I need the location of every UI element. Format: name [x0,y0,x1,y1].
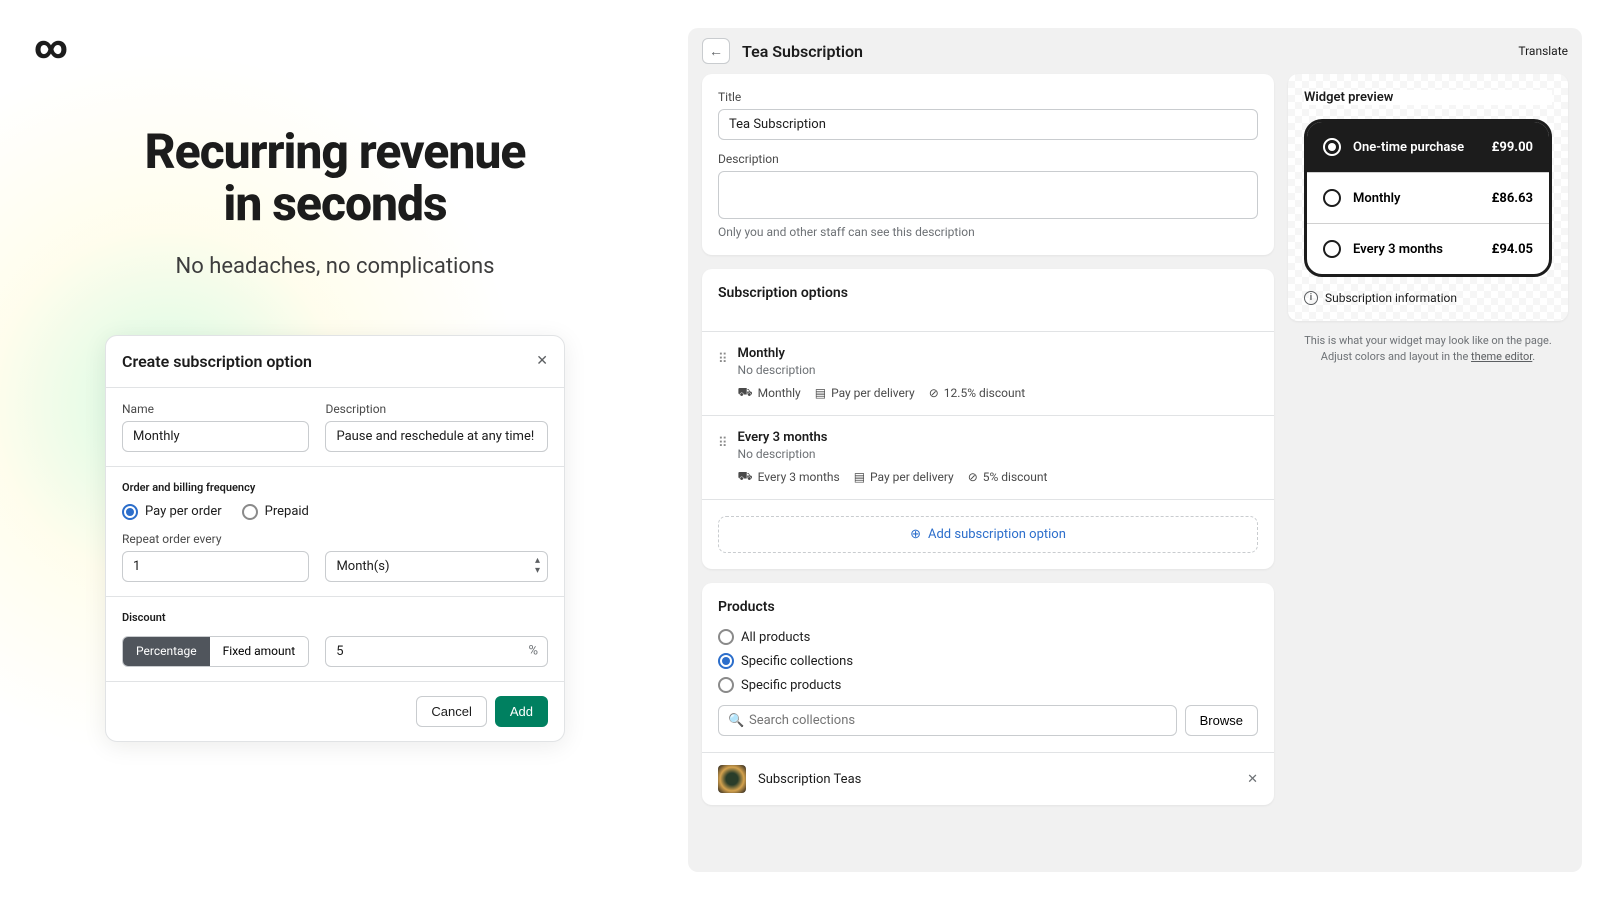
widget-option[interactable]: Monthly £86.63 [1307,172,1549,223]
admin-title-label: Title [718,90,1258,104]
widget-option-label: Every 3 months [1353,242,1443,257]
collection-row: Subscription Teas ✕ [702,752,1274,805]
theme-editor-link[interactable]: theme editor [1471,350,1532,363]
prepaid-radio[interactable]: Prepaid [242,504,309,520]
radio-selected-icon [718,653,734,669]
fixed-amount-segment[interactable]: Fixed amount [210,637,309,666]
repeat-label: Repeat order every [122,532,548,546]
collection-name: Subscription Teas [758,772,861,787]
radio-icon [242,504,258,520]
drag-handle-icon[interactable]: ⠿ [718,352,728,367]
all-products-radio[interactable]: All products [718,629,1258,645]
option-subtitle: No description [738,363,1258,377]
create-subscription-modal: Create subscription option ✕ Name Descri… [105,335,565,742]
widget-option-label: Monthly [1353,191,1400,206]
close-icon[interactable]: ✕ [536,353,548,369]
widget-option-price: £99.00 [1492,140,1533,155]
specific-products-radio[interactable]: Specific products [718,677,1258,693]
browse-button[interactable]: Browse [1185,705,1258,736]
option-billing: Pay per delivery [831,386,915,400]
pay-per-order-label: Pay per order [145,504,222,519]
search-icon: 🔍 [728,713,744,728]
option-row[interactable]: ⠿ Monthly No description ⛟ Monthly ▤ Pay p… [702,331,1274,415]
cancel-button[interactable]: Cancel [416,696,486,727]
page-title: Tea Subscription [742,42,863,61]
description-label: Description [325,402,548,416]
hero-title: Recurring revenuein seconds [20,126,650,230]
options-heading: Subscription options [718,285,1258,301]
modal-title: Create subscription option [122,352,312,371]
all-products-label: All products [741,630,810,645]
specific-products-label: Specific products [741,678,841,693]
add-subscription-option-button[interactable]: ⊕ Add subscription option [718,516,1258,553]
subscription-info-link[interactable]: i Subscription information [1304,291,1552,305]
option-name: Monthly [738,346,1258,361]
admin-desc-label: Description [718,152,1258,166]
receipt-icon: ▤ [815,386,826,400]
radio-icon [718,629,734,645]
widget-option-price: £94.05 [1492,242,1533,257]
remove-collection-icon[interactable]: ✕ [1247,772,1258,787]
logo: ∞ [34,28,650,66]
option-row[interactable]: ⠿ Every 3 months No description ⛟ Every 3… [702,415,1274,499]
repeat-value-input[interactable] [122,551,309,582]
description-input[interactable] [325,421,548,452]
add-option-label: Add subscription option [928,527,1066,542]
widget-option[interactable]: One-time purchase £99.00 [1307,122,1549,172]
admin-desc-help: Only you and other staff can see this de… [718,225,1258,239]
plus-circle-icon: ⊕ [910,527,921,542]
discount-section-label: Discount [122,611,548,624]
name-input[interactable] [122,421,309,452]
radio-icon [1323,189,1341,207]
prepaid-label: Prepaid [265,504,309,519]
radio-selected-icon [122,504,138,520]
discount-icon: ⊘ [929,386,939,400]
option-discount: 12.5% discount [944,386,1025,400]
radio-icon [718,677,734,693]
discount-type-segment: Percentage Fixed amount [122,636,309,667]
collection-thumbnail [718,765,746,793]
truck-icon: ⛟ [738,385,753,401]
widget-option[interactable]: Every 3 months £94.05 [1307,223,1549,274]
widget-option-price: £86.63 [1492,191,1533,206]
radio-icon [1323,240,1341,258]
repeat-unit-select[interactable] [325,551,548,582]
option-name: Every 3 months [738,430,1258,445]
hero-subtitle: No headaches, no complications [20,254,650,279]
back-button[interactable]: ← [702,38,730,64]
widget-option-label: One-time purchase [1353,140,1464,155]
option-discount: 5% discount [983,470,1048,484]
widget-box: One-time purchase £99.00 Monthly £86.63 [1304,119,1552,277]
option-subtitle: No description [738,447,1258,461]
search-collections-input[interactable] [718,705,1177,736]
name-label: Name [122,402,309,416]
translate-link[interactable]: Translate [1518,44,1568,58]
subscription-info-label: Subscription information [1325,291,1457,305]
products-heading: Products [718,599,1258,615]
widget-caption: This is what your widget may look like o… [1288,333,1568,365]
pay-per-order-radio[interactable]: Pay per order [122,504,222,520]
drag-handle-icon[interactable]: ⠿ [718,436,728,451]
info-icon: i [1304,291,1318,305]
admin-title-input[interactable] [718,109,1258,140]
frequency-section-label: Order and billing frequency [122,481,548,494]
percent-suffix: % [528,644,538,659]
truck-icon: ⛟ [738,469,753,485]
percentage-segment[interactable]: Percentage [123,637,210,666]
radio-selected-icon [1323,138,1341,156]
specific-collections-radio[interactable]: Specific collections [718,653,1258,669]
specific-collections-label: Specific collections [741,654,853,669]
discount-icon: ⊘ [968,470,978,484]
receipt-icon: ▤ [854,470,865,484]
add-button[interactable]: Add [495,696,548,727]
option-freq: Every 3 months [758,470,840,484]
admin-desc-textarea[interactable] [718,171,1258,219]
option-billing: Pay per delivery [870,470,954,484]
option-freq: Monthly [758,386,801,400]
discount-value-input[interactable] [325,636,548,667]
widget-preview-heading: Widget preview [1304,90,1552,105]
